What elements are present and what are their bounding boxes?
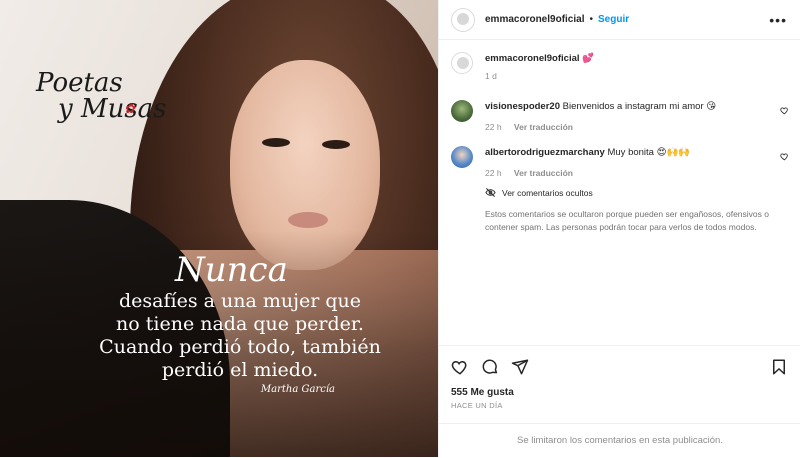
heart-icon[interactable] xyxy=(780,152,789,161)
bookmark-icon[interactable] xyxy=(770,358,788,376)
instagram-post: Poetas y Musas ✿ Nunca desafíes a una mu… xyxy=(0,0,800,457)
caption-text: 💕 xyxy=(582,53,594,64)
lips-shape xyxy=(288,212,328,228)
translate-button[interactable]: Ver traducción xyxy=(514,122,573,132)
comment-text: Bienvenidos a instagram mi amor 😘 xyxy=(562,101,717,112)
logo-line-1: Poetas xyxy=(36,68,123,98)
like-count[interactable]: 555 Me gusta xyxy=(451,387,514,398)
heart-icon[interactable] xyxy=(780,106,789,115)
header-username[interactable]: emmacoronel9oficial xyxy=(485,14,584,25)
avatar[interactable] xyxy=(451,7,475,32)
caption-body: emmacoronel9oficial 💕 1 d xyxy=(485,52,775,83)
comments-area: emmacoronel9oficial 💕 1 d visionespoder2… xyxy=(439,40,800,345)
quote-line: desafíes a una mujer que xyxy=(119,290,361,312)
comment-body: albertorodriguezmarchany Muy bonita 😍🙌🙌 … xyxy=(485,146,775,180)
comment-username[interactable]: visionespoder20 xyxy=(485,101,560,112)
post-image[interactable]: Poetas y Musas ✿ Nunca desafíes a una mu… xyxy=(0,0,438,457)
comment-time[interactable]: 22 h xyxy=(485,122,502,132)
comment-time[interactable]: 22 h xyxy=(485,168,502,178)
left-eye-shape xyxy=(262,138,290,147)
comment-username[interactable]: albertorodriguezmarchany xyxy=(485,147,605,158)
view-hidden-comments-button[interactable]: Ver comentarios ocultos xyxy=(485,187,593,198)
share-icon[interactable] xyxy=(511,358,529,376)
comment-text: Muy bonita 😍🙌🙌 xyxy=(607,147,691,158)
comment-body: visionespoder20 Bienvenidos a instagram … xyxy=(485,100,775,134)
comment-icon[interactable] xyxy=(481,358,499,376)
comment-meta: 22 h Ver traducción xyxy=(485,121,775,134)
post-actions: 555 Me gusta HACE UN DÍA xyxy=(439,345,800,423)
translate-button[interactable]: Ver traducción xyxy=(514,168,573,178)
quote-line: Cuando perdió todo, también xyxy=(99,336,381,358)
more-horizontal-icon[interactable]: ••• xyxy=(769,12,787,28)
heart-icon[interactable] xyxy=(451,358,469,376)
hidden-comments-note: Estos comentarios se ocultaron porque pu… xyxy=(485,209,769,232)
avatar[interactable] xyxy=(451,100,473,122)
logo-line-2: y Musas xyxy=(58,94,167,124)
avatar[interactable] xyxy=(451,146,473,168)
view-hidden-comments-label: Ver comentarios ocultos xyxy=(502,187,593,198)
caption-time[interactable]: 1 d xyxy=(485,71,497,81)
post-timestamp[interactable]: HACE UN DÍA xyxy=(451,401,503,410)
poetas-y-musas-logo: Poetas y Musas ✿ xyxy=(36,70,167,122)
right-eye-shape xyxy=(322,140,350,149)
avatar[interactable] xyxy=(451,52,473,74)
header-separator: • xyxy=(589,14,593,25)
quote-line: perdió el miedo. xyxy=(161,359,319,381)
caption-username[interactable]: emmacoronel9oficial xyxy=(485,53,580,64)
quote-lead: Nunca xyxy=(175,250,288,290)
post-header: emmacoronel9oficial • Seguir ••• xyxy=(439,0,800,40)
follow-button[interactable]: Seguir xyxy=(598,14,629,25)
image-quote: Nunca desafíes a una mujer que no tiene … xyxy=(60,250,420,395)
post-side-panel: emmacoronel9oficial • Seguir ••• emmacor… xyxy=(438,0,800,457)
eye-off-icon xyxy=(485,188,496,197)
quote-line: no tiene nada que perder. xyxy=(116,313,364,335)
quote-author: Martha García xyxy=(260,384,335,395)
comments-limited-notice: Se limitaron los comentarios en esta pub… xyxy=(439,423,800,457)
caption-meta: 1 d xyxy=(485,70,775,83)
rose-icon: ✿ xyxy=(124,102,135,117)
comment-meta: 22 h Ver traducción xyxy=(485,167,775,180)
